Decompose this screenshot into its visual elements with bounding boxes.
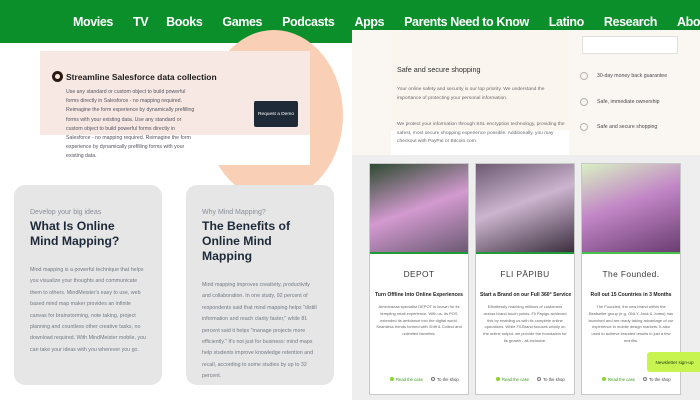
perk-money-back: 30-day money back guarantee xyxy=(580,72,667,80)
case-card-depot: DEPOT Turn Offline Into Online Experienc… xyxy=(369,163,469,395)
case-image xyxy=(476,164,574,254)
case-actions: Read the case To the shop xyxy=(602,377,671,382)
card-heading: The Benefits of Online Mind Mapping xyxy=(202,219,291,263)
case-body: Effortlessly reaching millions of custom… xyxy=(483,304,567,343)
case-actions: Read the case To the shop xyxy=(496,377,565,382)
case-brand: DEPOT xyxy=(403,269,435,279)
read-case-icon xyxy=(496,377,500,381)
request-demo-button[interactable]: Request a Demo xyxy=(254,101,298,127)
shop-icon xyxy=(643,377,648,381)
read-case-link[interactable]: Read the case xyxy=(608,377,635,382)
shop-icon xyxy=(431,377,436,381)
shop-link[interactable]: To the shop xyxy=(649,377,671,382)
mind-mapping-card: Develop your big ideas What Is Online Mi… xyxy=(14,185,162,385)
card-eyebrow: Develop your big ideas xyxy=(30,209,102,216)
case-brand: The Founded. xyxy=(602,269,660,279)
nav-about[interactable]: About xyxy=(677,15,700,29)
card-heading: What Is Online Mind Mapping? xyxy=(30,219,120,248)
nav-apps[interactable]: Apps xyxy=(354,15,384,29)
mind-mapping-benefits-card: Why Mind Mapping? The Benefits of Online… xyxy=(186,185,334,385)
lock-icon xyxy=(580,123,588,131)
case-title: Turn Offline Into Online Experiences xyxy=(375,292,463,298)
shop-link[interactable]: To the shop xyxy=(543,377,565,382)
shopping-body-secondary: We protect your information through SSL … xyxy=(397,122,565,145)
nav-parents-need-to-know[interactable]: Parents Need to Know xyxy=(404,15,529,29)
case-title: Start a Brand on our Full 360° Service xyxy=(480,292,572,298)
nav-tv[interactable]: TV xyxy=(133,15,149,29)
nav-research[interactable]: Research xyxy=(604,15,657,29)
case-image xyxy=(370,164,468,254)
perk-label: Safe, immediate ownership xyxy=(597,99,660,105)
read-case-icon xyxy=(390,377,394,381)
read-case-link[interactable]: Read the case xyxy=(502,377,529,382)
salesforce-title: Streamline Salesforce data collection xyxy=(66,72,217,82)
shopping-body: Your online safety and security is our t… xyxy=(397,87,545,101)
case-title: Roll out 15 Countries in 3 Months xyxy=(590,292,672,298)
quantity-input[interactable] xyxy=(582,36,678,54)
ownership-icon xyxy=(580,98,588,106)
card-eyebrow: Why Mind Mapping? xyxy=(202,209,266,216)
case-brand: FLI PĀPIBU xyxy=(500,269,550,279)
nav-games[interactable]: Games xyxy=(222,15,262,29)
page: Movies TV Books Games Podcasts Apps Pare… xyxy=(0,0,700,400)
perk-label: 30-day money back guarantee xyxy=(597,73,668,79)
case-card-fli-papibu: FLI PĀPIBU Start a Brand on our Full 360… xyxy=(475,163,575,395)
shop-icon xyxy=(537,377,542,381)
case-body: The Founded, the new brand within the Be… xyxy=(588,304,674,343)
perk-secure: Safe and secure shopping xyxy=(580,123,657,131)
read-case-link[interactable]: Read the case xyxy=(396,377,423,382)
nav-movies[interactable]: Movies xyxy=(73,15,113,29)
salesforce-body: Use any standard or custom object to bui… xyxy=(66,89,195,160)
nav-podcasts[interactable]: Podcasts xyxy=(282,15,335,29)
perk-label: Safe and secure shopping xyxy=(597,124,658,130)
newsletter-signup-button[interactable]: Newsletter sign-up xyxy=(647,352,700,372)
shopping-title: Safe and secure shopping xyxy=(397,65,481,74)
salesforce-icon xyxy=(52,71,63,82)
card-body: Mind mapping is a powerful technique tha… xyxy=(30,267,146,353)
read-case-icon xyxy=(602,377,606,381)
money-back-icon xyxy=(580,72,588,80)
perk-ownership: Safe, immediate ownership xyxy=(580,98,660,106)
nav-books[interactable]: Books xyxy=(166,15,203,29)
case-body: Americanas specialist DEPOT is known for… xyxy=(376,304,462,337)
shop-link[interactable]: To the shop xyxy=(437,377,459,382)
case-image xyxy=(582,164,680,254)
nav-latino[interactable]: Latino xyxy=(549,15,585,29)
case-actions: Read the case To the shop xyxy=(390,377,459,382)
card-body: Mind mapping improves creativity, produc… xyxy=(202,282,317,380)
shopping-info-tint xyxy=(391,30,569,130)
